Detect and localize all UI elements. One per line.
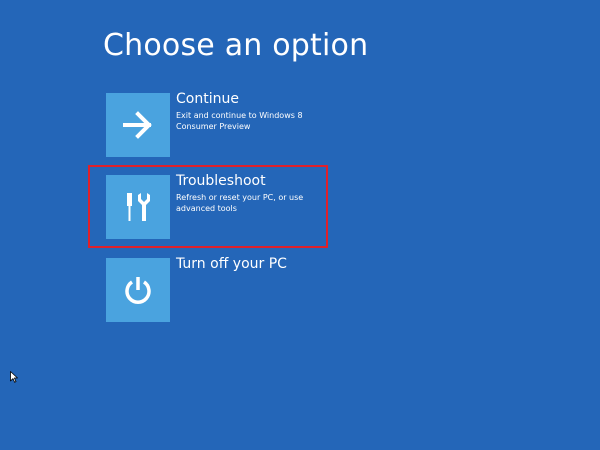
continue-tile[interactable] — [106, 93, 170, 157]
arrow-right-icon — [123, 111, 152, 139]
continue-label: Continue — [176, 91, 239, 107]
turn-off-option[interactable]: Turn off your PC — [106, 255, 326, 324]
continue-description: Exit and continue to Windows 8 Consumer … — [176, 111, 303, 131]
turn-off-text: Turn off your PC — [176, 255, 326, 273]
continue-text: Continue Exit and continue to Windows 8 … — [176, 90, 326, 132]
continue-option[interactable]: Continue Exit and continue to Windows 8 … — [106, 90, 326, 159]
highlight-box — [88, 165, 328, 248]
turn-off-label: Turn off your PC — [176, 256, 287, 272]
mouse-cursor-icon — [10, 371, 18, 383]
page-title: Choose an option — [103, 28, 369, 63]
turn-off-tile[interactable] — [106, 258, 170, 322]
power-icon — [125, 277, 151, 304]
